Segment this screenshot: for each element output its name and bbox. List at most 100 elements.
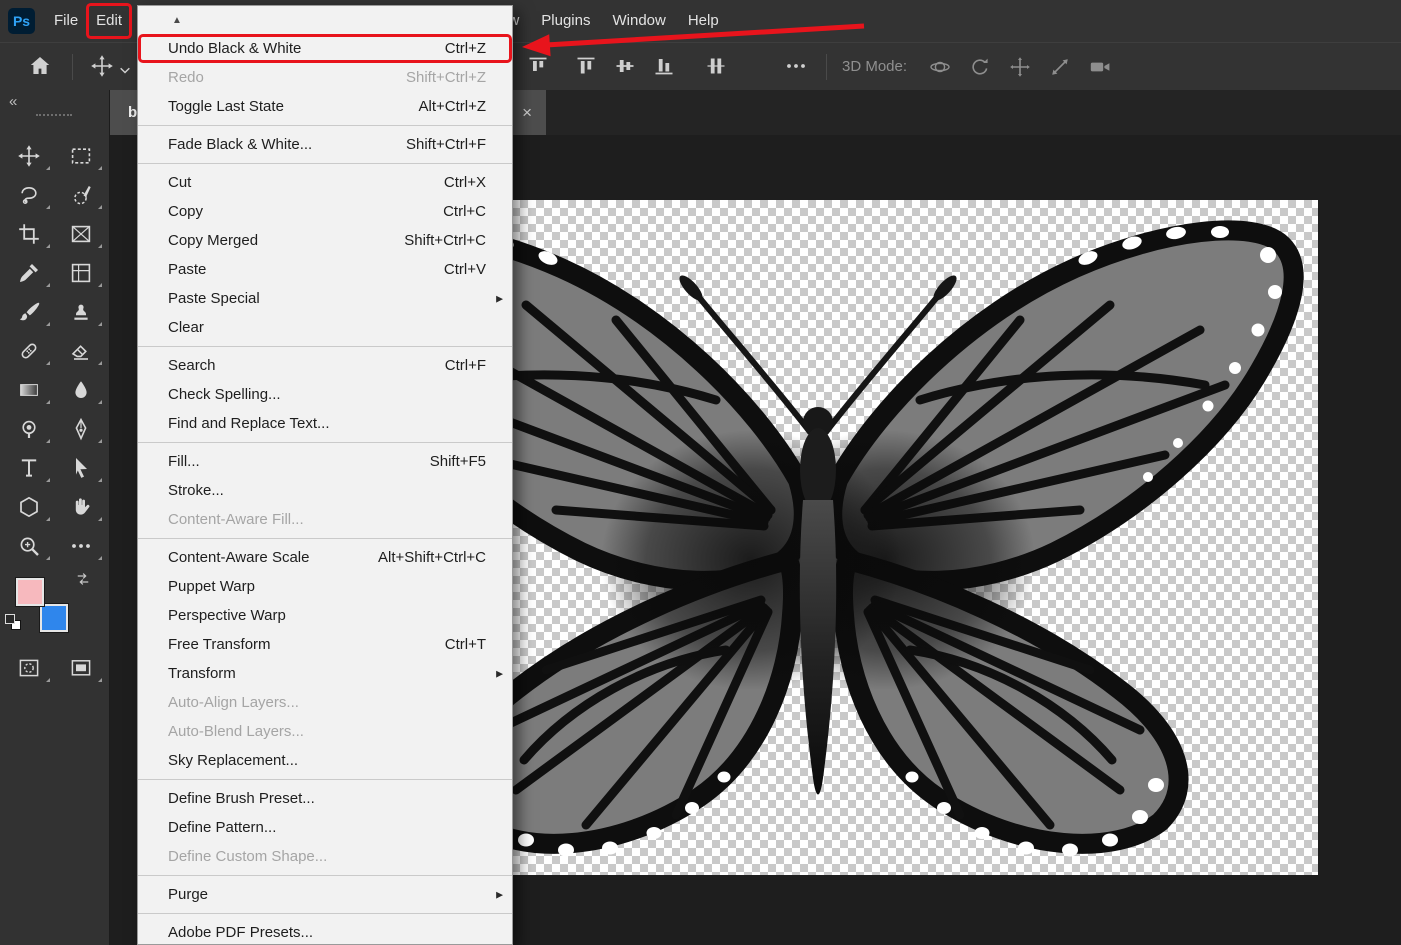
orbit-3d-icon[interactable] — [928, 55, 952, 79]
healing-brush-tool[interactable] — [3, 331, 55, 370]
menu-item-define-custom-shape[interactable]: Define Custom Shape... — [138, 842, 512, 871]
menu-item-perspective-warp[interactable]: Perspective Warp — [138, 601, 512, 630]
menu-item-stroke[interactable]: Stroke... — [138, 476, 512, 505]
background-color-swatch[interactable] — [40, 604, 68, 632]
menu-item-label: Paste — [168, 261, 206, 278]
menubar-item-window[interactable]: Window — [601, 6, 676, 36]
distribute-bottom-icon[interactable] — [652, 54, 676, 78]
edit-toolbar-button[interactable] — [55, 526, 107, 565]
menu-item-free-transform[interactable]: Free TransformCtrl+T — [138, 630, 512, 659]
menu-item-label: Toggle Last State — [168, 98, 284, 115]
roll-3d-icon[interactable] — [968, 55, 992, 79]
pen-tool[interactable] — [55, 409, 107, 448]
tool-grid-bottom — [3, 648, 107, 687]
frame-tool[interactable] — [55, 214, 107, 253]
shape-tool[interactable] — [3, 487, 55, 526]
zoom-tool[interactable] — [3, 526, 55, 565]
dodge-tool[interactable] — [3, 409, 55, 448]
hand-tool[interactable] — [55, 487, 107, 526]
chevron-down-icon[interactable] — [116, 61, 133, 78]
menu-item-paste[interactable]: PasteCtrl+V — [138, 255, 512, 284]
eraser-tool[interactable] — [55, 331, 107, 370]
menu-item-cut[interactable]: CutCtrl+X — [138, 168, 512, 197]
slide-3d-icon[interactable] — [1048, 55, 1072, 79]
menu-item-label: Content-Aware Fill... — [168, 511, 304, 528]
foreground-color-swatch[interactable] — [16, 578, 44, 606]
menu-item-fill[interactable]: Fill...Shift+F5 — [138, 447, 512, 476]
home-icon[interactable] — [28, 54, 52, 78]
menu-scroll-up[interactable]: ▲ — [138, 6, 512, 34]
quick-mask-button[interactable] — [3, 648, 55, 687]
lasso-tool[interactable] — [3, 175, 55, 214]
blur-tool[interactable] — [55, 370, 107, 409]
menu-item-clear[interactable]: Clear — [138, 313, 512, 342]
move-icon — [17, 144, 41, 168]
menu-item-auto-align-layers[interactable]: Auto-Align Layers... — [138, 688, 512, 717]
align-top-edges-icon[interactable] — [526, 54, 550, 78]
screen-mode-button[interactable] — [55, 648, 107, 687]
menu-separator — [138, 346, 512, 347]
panel-grip[interactable] — [36, 114, 72, 116]
collapse-panel-button[interactable]: « — [9, 93, 17, 110]
menu-item-auto-blend-layers[interactable]: Auto-Blend Layers... — [138, 717, 512, 746]
menubar-item-edit[interactable]: Edit — [89, 6, 129, 36]
distribute-top-icon[interactable] — [574, 54, 598, 78]
menu-item-content-aware-fill[interactable]: Content-Aware Fill... — [138, 505, 512, 534]
crop-tool[interactable] — [3, 214, 55, 253]
menu-item-content-aware-scale[interactable]: Content-Aware Scale Alt+Shift+Ctrl+C — [138, 543, 512, 572]
menu-item-copy-merged[interactable]: Copy MergedShift+Ctrl+C — [138, 226, 512, 255]
menu-item-paste-special[interactable]: Paste Special▶ — [138, 284, 512, 313]
edit-menu: ▲ Undo Black & WhiteCtrl+ZRedoShift+Ctrl… — [137, 5, 513, 945]
clone-stamp-tool[interactable] — [55, 292, 107, 331]
menu-item-undo-black-white[interactable]: Undo Black & WhiteCtrl+Z — [138, 34, 512, 63]
menu-item-redo[interactable]: RedoShift+Ctrl+Z — [138, 63, 512, 92]
scroll-up-icon: ▲ — [172, 15, 182, 26]
move-tool[interactable] — [3, 136, 55, 175]
menu-item-sky-replacement[interactable]: Sky Replacement... — [138, 746, 512, 775]
menu-item-define-pattern[interactable]: Define Pattern... — [138, 813, 512, 842]
menu-item-fade-black-white[interactable]: Fade Black & White...Shift+Ctrl+F — [138, 130, 512, 159]
menu-item-check-spelling[interactable]: Check Spelling... — [138, 380, 512, 409]
pen-icon — [69, 417, 93, 441]
menu-item-toggle-last-state[interactable]: Toggle Last StateAlt+Ctrl+Z — [138, 92, 512, 121]
swap-colors-icon[interactable] — [74, 570, 92, 588]
menu-separator — [138, 875, 512, 876]
eraser-icon — [69, 339, 93, 363]
brush-tool[interactable] — [3, 292, 55, 331]
menu-item-copy[interactable]: CopyCtrl+C — [138, 197, 512, 226]
menu-item-shortcut: Shift+Ctrl+F — [386, 136, 486, 153]
close-tab-icon[interactable]: × — [522, 103, 532, 123]
menubar-item-plugins[interactable]: Plugins — [530, 6, 601, 36]
menu-item-label: Find and Replace Text... — [168, 415, 329, 432]
menu-item-define-brush-preset[interactable]: Define Brush Preset... — [138, 784, 512, 813]
tool-preset-move-icon[interactable] — [90, 54, 114, 78]
menu-item-shortcut: Ctrl+F — [425, 357, 486, 374]
menu-item-purge[interactable]: Purge▶ — [138, 880, 512, 909]
menu-item-label: Adobe PDF Presets... — [168, 924, 313, 941]
menu-item-shortcut: Alt+Shift+Ctrl+C — [358, 549, 486, 566]
slice-tool[interactable] — [55, 253, 107, 292]
brush-icon — [17, 300, 41, 324]
path-selection-tool[interactable] — [55, 448, 107, 487]
quick-selection-tool[interactable] — [55, 175, 107, 214]
distribute-height-icon[interactable] — [704, 54, 728, 78]
eyedropper-tool[interactable] — [3, 253, 55, 292]
rectangular-marquee-tool[interactable] — [55, 136, 107, 175]
menu-item-transform[interactable]: Transform▶ — [138, 659, 512, 688]
menubar-item-help[interactable]: Help — [677, 6, 730, 36]
menu-item-search[interactable]: SearchCtrl+F — [138, 351, 512, 380]
photoshop-logo[interactable]: Ps — [8, 8, 35, 34]
menu-item-label: Content-Aware Scale — [168, 549, 309, 566]
alignment-controls — [526, 54, 728, 78]
menubar-item-file[interactable]: File — [43, 6, 89, 36]
menu-item-find-and-replace-text[interactable]: Find and Replace Text... — [138, 409, 512, 438]
menu-item-puppet-warp[interactable]: Puppet Warp — [138, 572, 512, 601]
default-colors-icon[interactable] — [5, 614, 23, 632]
type-tool[interactable] — [3, 448, 55, 487]
distribute-vertical-center-icon[interactable] — [613, 54, 637, 78]
camera-3d-icon[interactable] — [1088, 55, 1112, 79]
menu-item-adobe-pdf-presets[interactable]: Adobe PDF Presets... — [138, 918, 512, 945]
more-options-icon[interactable] — [784, 54, 808, 78]
drag-3d-icon[interactable] — [1008, 55, 1032, 79]
gradient-tool[interactable] — [3, 370, 55, 409]
